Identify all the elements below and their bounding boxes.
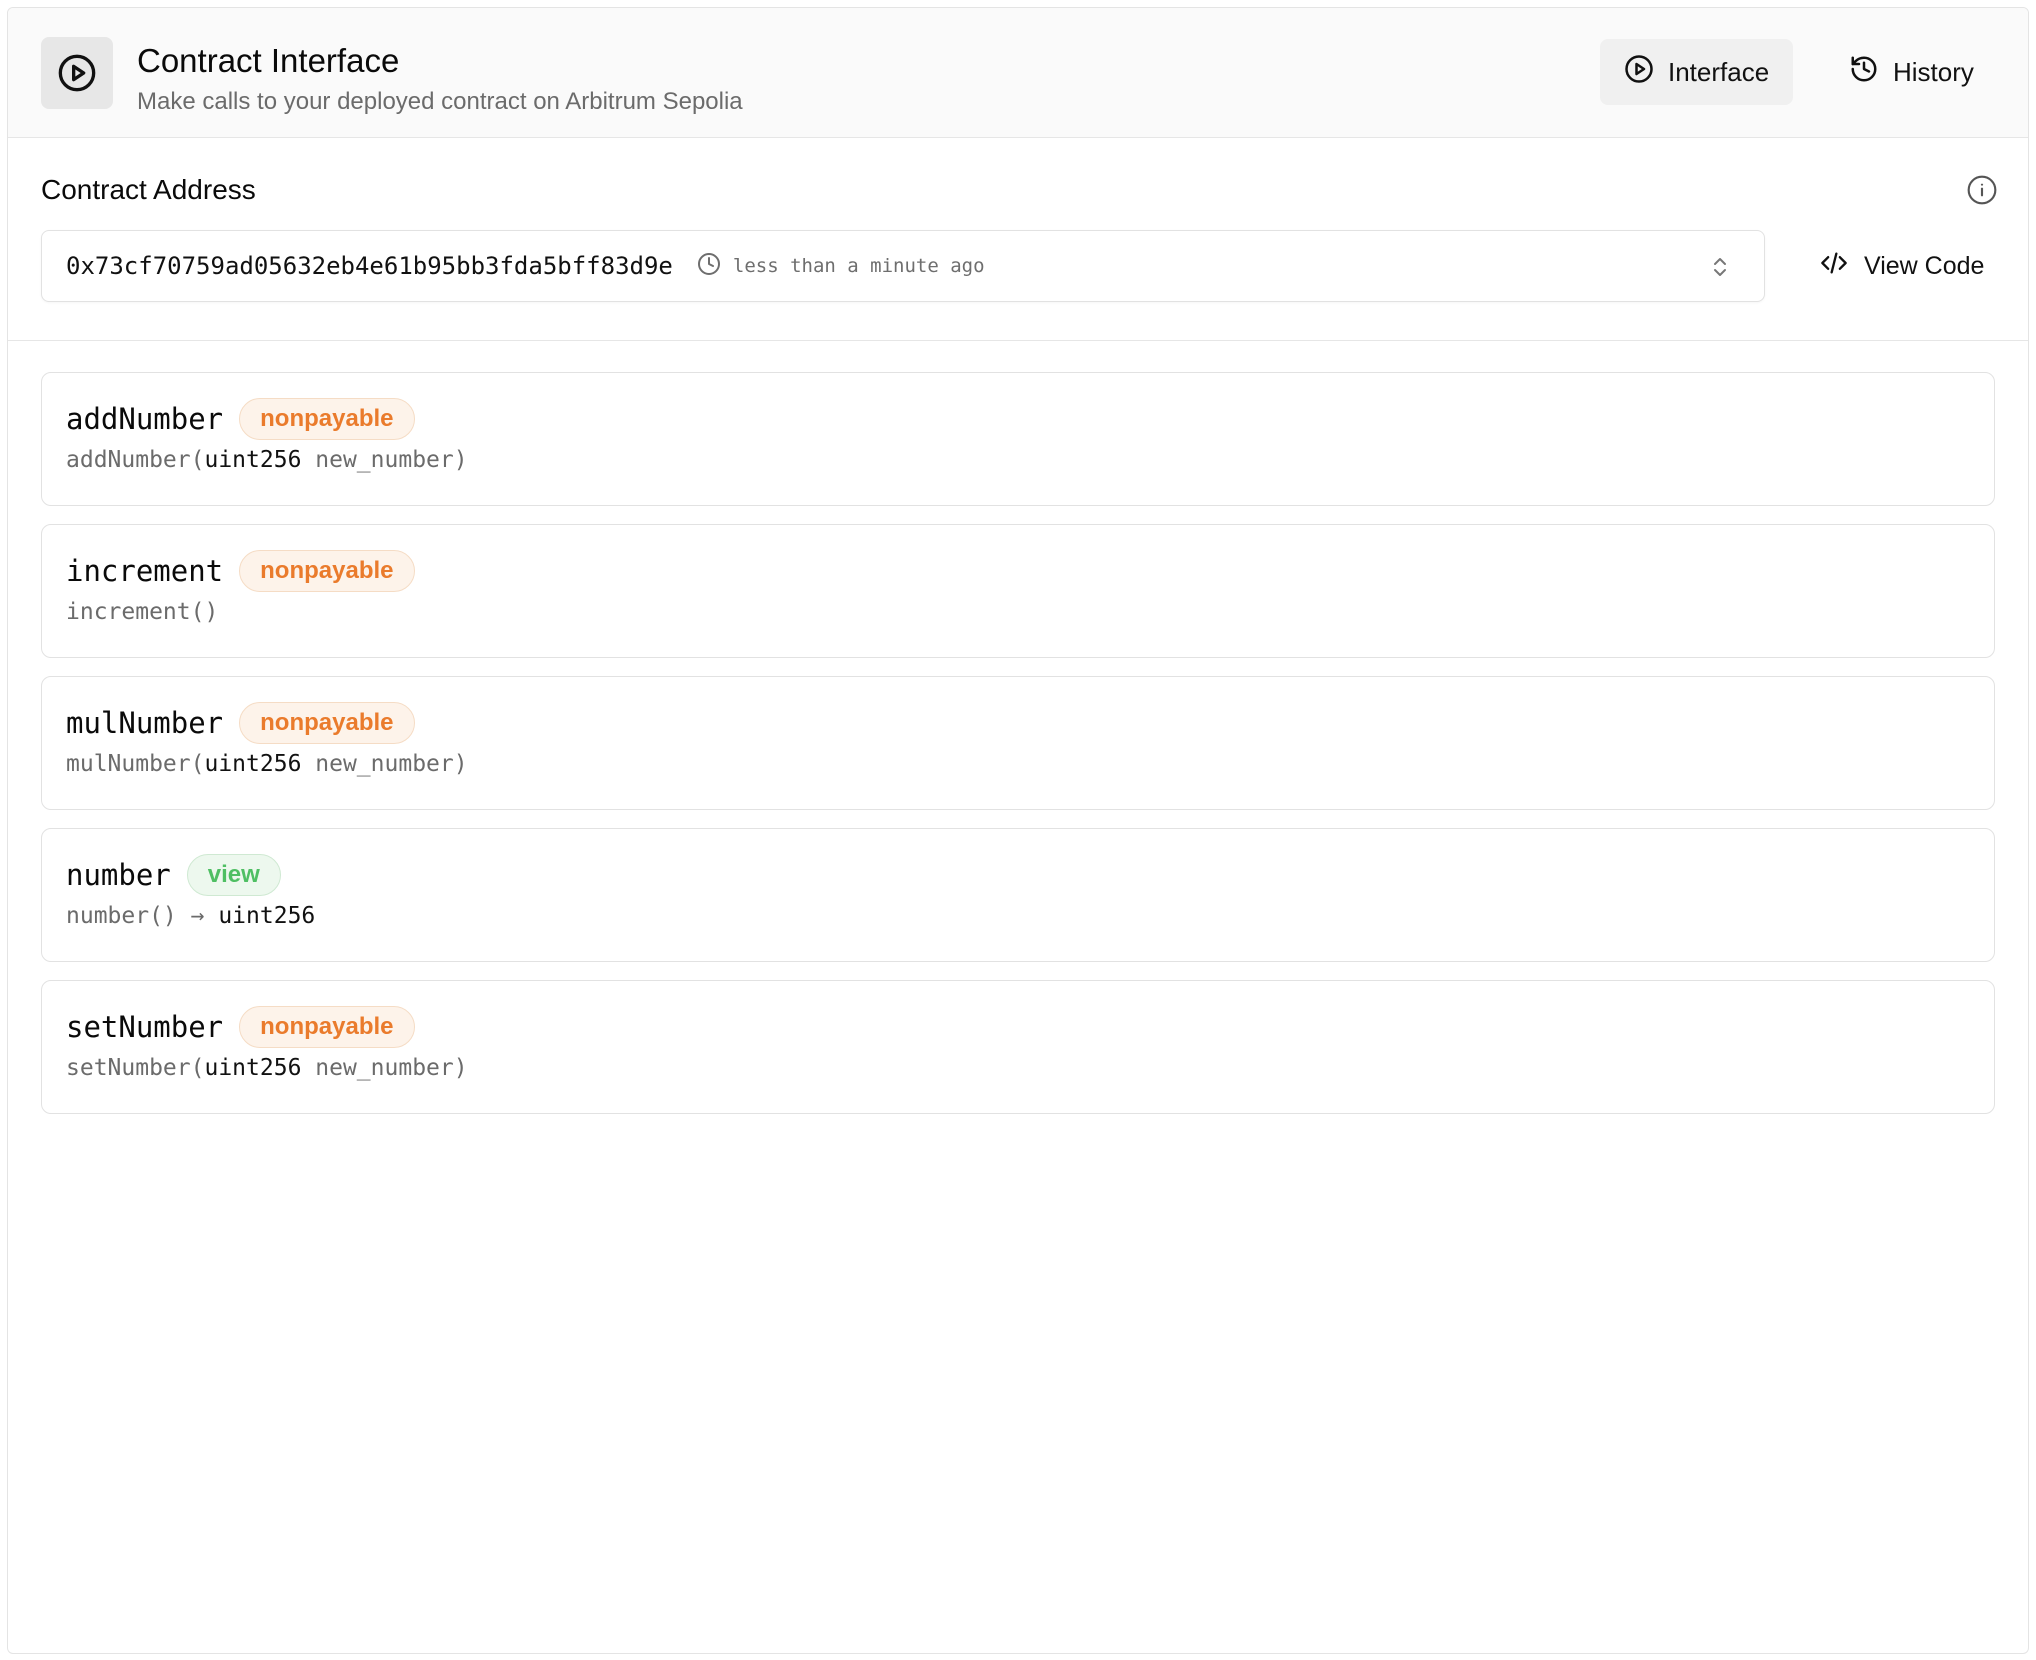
param-name: new_number: [301, 751, 454, 777]
function-card-number[interactable]: number view number() → uint256: [41, 828, 1995, 962]
view-code-label: View Code: [1864, 251, 1985, 280]
tab-label: Interface: [1668, 56, 1770, 87]
mutability-badge: nonpayable: [239, 398, 415, 440]
signature-name: increment(): [66, 599, 219, 625]
signature-name: setNumber(: [66, 1055, 205, 1081]
function-card-setNumber[interactable]: setNumber nonpayable setNumber(uint256 n…: [41, 980, 1995, 1114]
tab-label: History: [1893, 56, 1974, 87]
param-name: new_number: [301, 1055, 454, 1081]
function-name: addNumber: [66, 402, 224, 436]
signature-name: addNumber(: [66, 447, 205, 473]
mutability-badge: nonpayable: [239, 702, 415, 744]
play-circle-icon: [1624, 54, 1654, 91]
param-type: uint256: [204, 1055, 302, 1081]
function-signature: addNumber(uint256 new_number): [66, 447, 1970, 473]
function-card-mulNumber[interactable]: mulNumber nonpayable mulNumber(uint256 n…: [41, 676, 1995, 810]
contract-address-value: 0x73cf70759ad05632eb4e61b95bb3fda5bff83d…: [66, 252, 673, 280]
function-card-addNumber[interactable]: addNumber nonpayable addNumber(uint256 n…: [41, 372, 1995, 506]
param-type: uint256: [204, 447, 302, 473]
code-icon: [1818, 249, 1850, 284]
signature-end: ): [453, 1055, 468, 1081]
contract-interface-panel: Contract Interface Make calls to your de…: [7, 7, 2029, 1654]
mutability-badge: nonpayable: [239, 550, 415, 592]
function-name: mulNumber: [66, 706, 224, 740]
function-card-increment[interactable]: increment nonpayable increment(): [41, 524, 1995, 658]
tab-interface[interactable]: Interface: [1600, 39, 1794, 105]
param-name: new_number: [301, 447, 454, 473]
contract-address-section: Contract Address 0x73cf70759ad05632eb4e6…: [8, 138, 2028, 341]
contract-address-label: Contract Address: [41, 174, 256, 205]
tab-history[interactable]: History: [1825, 39, 1998, 105]
function-signature: setNumber(uint256 new_number): [66, 1055, 1970, 1081]
function-name: setNumber: [66, 1010, 224, 1044]
return-type: uint256: [218, 903, 316, 929]
mutability-badge: nonpayable: [239, 1006, 415, 1048]
clock-icon: [697, 252, 721, 281]
deployed-time-text: less than a minute ago: [732, 255, 985, 277]
signature-name: number() →: [66, 903, 219, 929]
info-icon[interactable]: [1966, 174, 1998, 211]
function-list: addNumber nonpayable addNumber(uint256 n…: [8, 341, 2028, 1114]
function-signature: mulNumber(uint256 new_number): [66, 751, 1970, 777]
signature-name: mulNumber(: [66, 751, 205, 777]
deployed-time: less than a minute ago: [697, 252, 985, 281]
mutability-badge: view: [186, 854, 281, 896]
function-name: number: [66, 858, 171, 892]
function-signature: number() → uint256: [66, 903, 1970, 929]
function-signature: increment(): [66, 599, 1970, 625]
history-icon: [1849, 54, 1879, 91]
view-code-button[interactable]: View Code: [1806, 230, 1996, 302]
page-subtitle: Make calls to your deployed contract on …: [137, 88, 743, 115]
param-type: uint256: [204, 751, 302, 777]
function-name: increment: [66, 554, 224, 588]
play-circle-icon: [41, 37, 113, 109]
contract-address-select[interactable]: 0x73cf70759ad05632eb4e61b95bb3fda5bff83d…: [41, 230, 1765, 302]
signature-end: ): [453, 751, 468, 777]
signature-end: ): [453, 447, 468, 473]
page-title: Contract Interface: [137, 42, 400, 79]
header: Contract Interface Make calls to your de…: [8, 8, 2028, 138]
chevrons-up-down-icon: [1710, 255, 1730, 284]
